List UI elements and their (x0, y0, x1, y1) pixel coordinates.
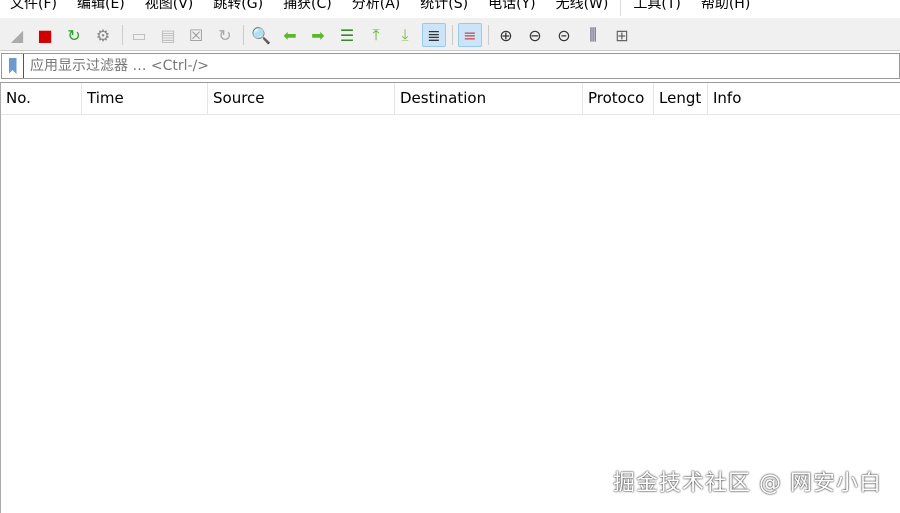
menu-item[interactable]: 统计(S) (410, 0, 478, 16)
first-packet-icon[interactable]: ⤒ (364, 23, 388, 47)
toolbar-separator (452, 25, 453, 45)
column-header-protoco[interactable]: Protoco (583, 83, 654, 114)
zoom-normal-icon[interactable]: ⊝ (552, 23, 576, 47)
open-file-icon[interactable]: ▭ (127, 23, 151, 47)
menu-bar: 文件(F) 编辑(E) 视图(V) 跳转(G) 捕获(C) 分析(A) 统计(S) 电话(Y)… (0, 0, 900, 16)
column-header-destination[interactable]: Destination (395, 83, 583, 114)
packet-list-header: No. Time Source Destination Protoco Lengt Info (1, 83, 900, 115)
save-file-icon[interactable]: ▤ (156, 23, 180, 47)
display-filter-bar (1, 53, 900, 79)
watermark: 掘金技术社区 @ 网安小白 (613, 471, 882, 496)
menu-item[interactable]: 工具(T) (623, 0, 690, 16)
last-packet-icon[interactable]: ⤓ (393, 23, 417, 47)
colorize-icon[interactable]: ≡ (458, 23, 482, 47)
menu-item[interactable]: 文件(F) (0, 0, 67, 16)
column-header-source[interactable]: Source (208, 83, 395, 114)
go-to-packet-icon[interactable]: ☰ (335, 23, 359, 47)
resize-columns-icon[interactable]: ⫼ (581, 23, 605, 47)
menu-item[interactable]: 跳转(G) (203, 0, 273, 16)
capture-options-gear-icon[interactable]: ⚙ (91, 23, 115, 47)
go-back-icon[interactable]: ⬅ (278, 23, 302, 47)
toolbar-separator (122, 25, 123, 45)
main-toolbar: ◢ ■ ↻ ⚙ ▭ ▤ ☒ ↻ 🔍 ⬅ ➡ ☰ ⤒ ⤓ ≣ ≡ ⊕ ⊖ ⊝ ⫼ ⊞ (0, 18, 900, 51)
filter-bookmark-icon[interactable] (2, 54, 24, 78)
packet-list[interactable]: No. Time Source Destination Protoco Lengt Info (0, 82, 900, 513)
menu-separator (620, 0, 622, 16)
reload-file-icon[interactable]: ↻ (213, 23, 237, 47)
column-header-no[interactable]: No. (1, 83, 82, 114)
close-file-icon[interactable]: ☒ (184, 23, 208, 47)
toolbar-separator (488, 25, 489, 45)
column-header-info[interactable]: Info (708, 83, 900, 114)
column-header-lengt[interactable]: Lengt (654, 83, 708, 114)
find-packet-icon[interactable]: 🔍 (249, 23, 273, 47)
display-filter-input[interactable] (24, 58, 884, 74)
zoom-in-icon[interactable]: ⊕ (494, 23, 518, 47)
restart-capture-icon[interactable]: ↻ (62, 23, 86, 47)
go-forward-icon[interactable]: ➡ (306, 23, 330, 47)
menu-item[interactable]: 视图(V) (135, 0, 204, 16)
stop-capture-icon[interactable]: ■ (33, 23, 57, 47)
menu-item[interactable]: 无线(W) (546, 0, 619, 16)
shark-fin-start-icon[interactable]: ◢ (5, 23, 29, 47)
menu-item[interactable]: 分析(A) (342, 0, 411, 16)
column-header-time[interactable]: Time (82, 83, 208, 114)
menu-item[interactable]: 编辑(E) (67, 0, 135, 16)
menu-item[interactable]: 捕获(C) (273, 0, 342, 16)
autoscroll-icon[interactable]: ≣ (422, 23, 446, 47)
menu-item[interactable]: 帮助(H) (691, 0, 760, 16)
layout-panes-icon[interactable]: ⊞ (610, 23, 634, 47)
menu-item[interactable]: 电话(Y) (478, 0, 545, 16)
toolbar-separator (243, 25, 244, 45)
zoom-out-icon[interactable]: ⊖ (523, 23, 547, 47)
